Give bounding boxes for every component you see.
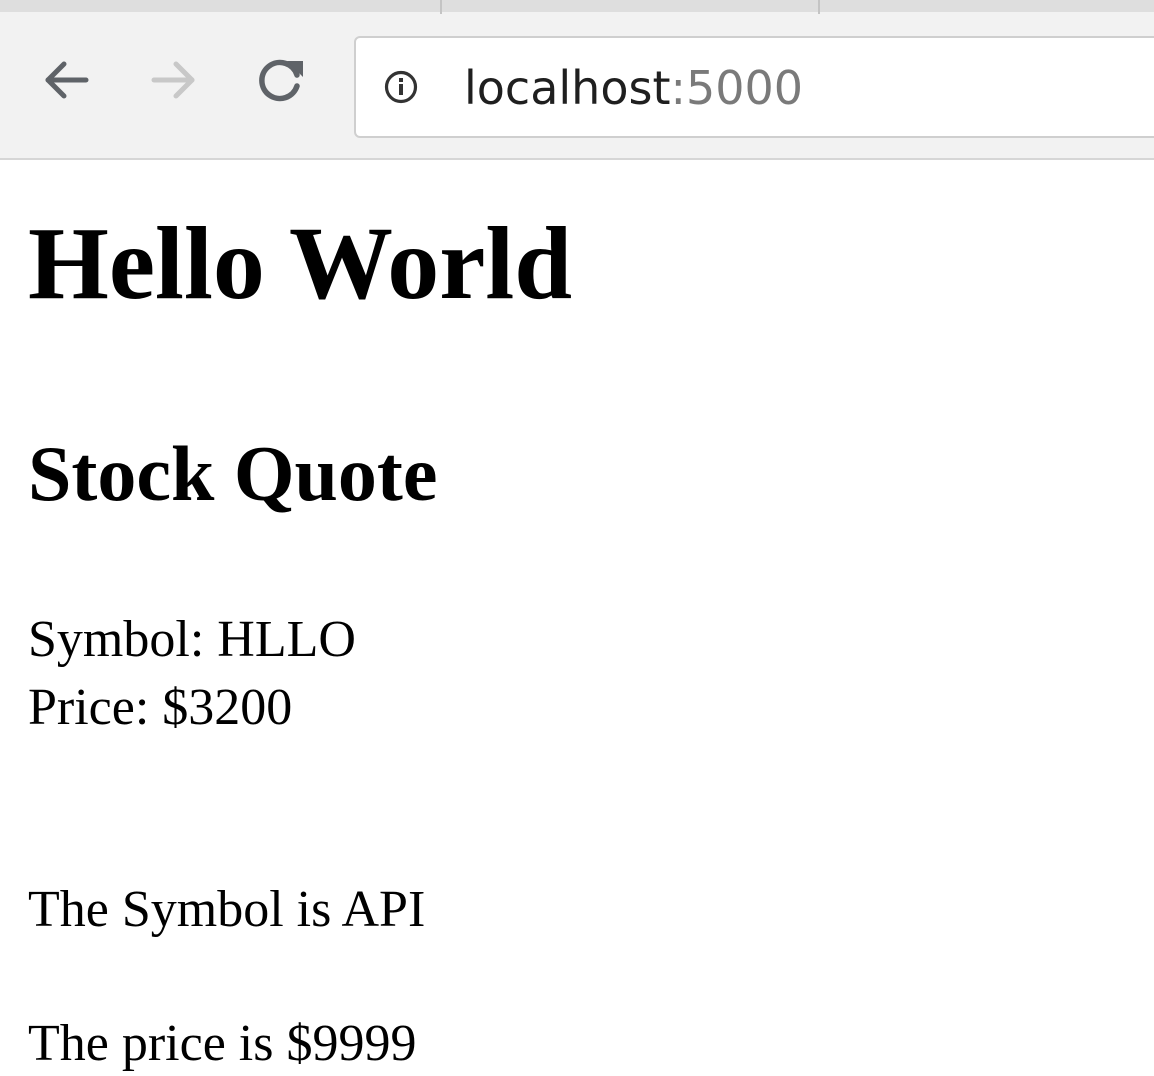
url-host: localhost	[464, 61, 671, 115]
url-port: :5000	[670, 61, 804, 115]
arrow-right-icon	[151, 61, 195, 99]
page-title: Hello World	[28, 206, 573, 321]
browser-chrome: localhost:5000	[0, 0, 1154, 160]
symbol-line: Symbol: HLLO	[28, 611, 356, 668]
tab-strip	[0, 0, 1154, 14]
tab-divider	[818, 0, 820, 14]
api-price-line: The price is $9999	[28, 1015, 417, 1072]
reload-icon	[259, 59, 303, 102]
forward-button[interactable]	[144, 50, 204, 110]
info-icon[interactable]	[384, 70, 418, 104]
section-heading: Stock Quote	[28, 430, 438, 517]
arrow-left-icon	[45, 61, 89, 99]
reload-button[interactable]	[250, 50, 310, 110]
api-symbol-line: The Symbol is API	[28, 881, 426, 938]
tab-divider	[440, 0, 442, 14]
back-button[interactable]	[36, 50, 96, 110]
price-line: Price: $3200	[28, 679, 293, 736]
address-bar[interactable]: localhost:5000	[354, 36, 1154, 138]
url-text[interactable]: localhost:5000	[464, 58, 803, 118]
